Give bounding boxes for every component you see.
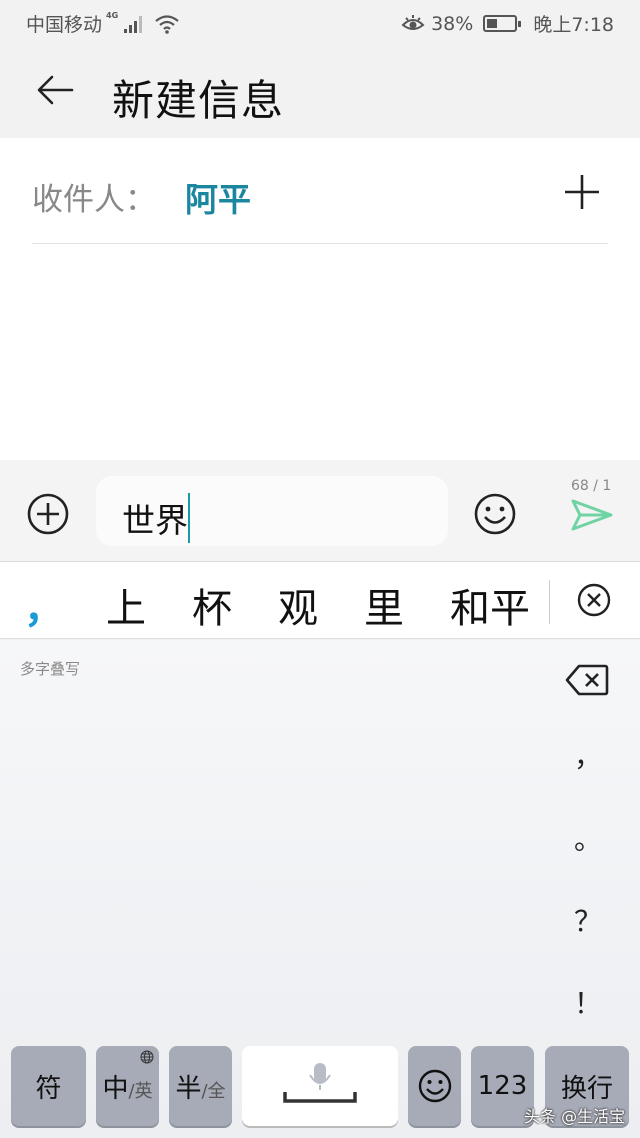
divider (32, 243, 608, 244)
exclamation-key[interactable]: ！ (556, 982, 620, 1022)
width-main-label: 半 (175, 1073, 202, 1104)
backspace-icon[interactable] (565, 663, 609, 697)
period-key[interactable]: 。 (556, 818, 620, 858)
globe-icon (140, 1050, 154, 1064)
page-title: 新建信息 (112, 76, 285, 125)
enter-key-label: 换行 (560, 1073, 613, 1104)
text-caret (188, 492, 190, 543)
attach-plus-icon[interactable] (26, 492, 70, 536)
emoji-key-icon (418, 1069, 451, 1103)
handwriting-mode-label: 多字叠写 (20, 660, 81, 678)
lang-main-label: 中 (102, 1073, 129, 1104)
width-alt-label: /全 (201, 1081, 226, 1102)
candidate-item[interactable]: 观 (278, 576, 318, 634)
recipient-label: 收件人： (32, 182, 156, 218)
message-text: 世界 (122, 501, 188, 540)
message-input[interactable]: 世界 (96, 476, 448, 546)
lang-alt-label: /英 (128, 1081, 153, 1102)
symbol-key-label: 符 (35, 1073, 62, 1104)
battery-percent: 38% (431, 12, 474, 35)
signal-icon (124, 15, 143, 33)
candidate-item[interactable]: 杯 (192, 576, 232, 634)
candidate-bar: ， 上 杯 观 里 和平 (0, 562, 640, 639)
candidate-divider (549, 580, 550, 624)
emoji-icon[interactable] (473, 492, 517, 536)
watermark: 头条 @生活宝 (524, 1107, 626, 1126)
space-voice-key[interactable] (242, 1046, 398, 1126)
send-icon[interactable] (570, 498, 614, 532)
close-candidates-icon[interactable] (576, 582, 612, 618)
status-bar: 中国移动 4G 38% 晚上7:18 (0, 0, 640, 45)
candidate-punct[interactable]: ， (24, 576, 64, 634)
clock: 晚上7:18 (533, 14, 614, 36)
comma-key[interactable]: ， (556, 735, 620, 775)
language-toggle-key[interactable]: 中/英 (96, 1046, 159, 1126)
recipient-chip[interactable]: 阿平 (185, 173, 251, 221)
numbers-key-label: 123 (477, 1071, 528, 1101)
back-arrow-icon[interactable] (36, 70, 76, 110)
width-toggle-key[interactable]: 半/全 (169, 1046, 232, 1126)
candidate-item[interactable]: 上 (106, 576, 146, 634)
eye-comfort-icon (401, 14, 425, 30)
app-bar: 新建信息 (0, 45, 640, 138)
emoji-key[interactable] (408, 1046, 461, 1126)
message-composer: 世界 68 / 1 (0, 460, 640, 562)
candidate-item[interactable]: 里 (364, 576, 404, 634)
candidate-item[interactable]: 和平 (450, 576, 530, 634)
carrier-label: 中国移动 (26, 14, 103, 36)
handwriting-keyboard[interactable]: 多字叠写 ， 。 ？ ！ 符 中/英 半/全 123 换行 (0, 640, 640, 1138)
char-count: 68 / 1 (571, 478, 612, 494)
recipient-section: 收件人： 阿平 (0, 138, 640, 460)
add-recipient-icon[interactable] (562, 172, 602, 212)
symbol-key[interactable]: 符 (11, 1046, 86, 1126)
battery-icon (483, 15, 522, 32)
question-key[interactable]: ？ (556, 900, 620, 940)
network-type: 4G (106, 11, 119, 20)
microphone-space-icon (283, 1063, 357, 1103)
wifi-icon (155, 14, 179, 34)
